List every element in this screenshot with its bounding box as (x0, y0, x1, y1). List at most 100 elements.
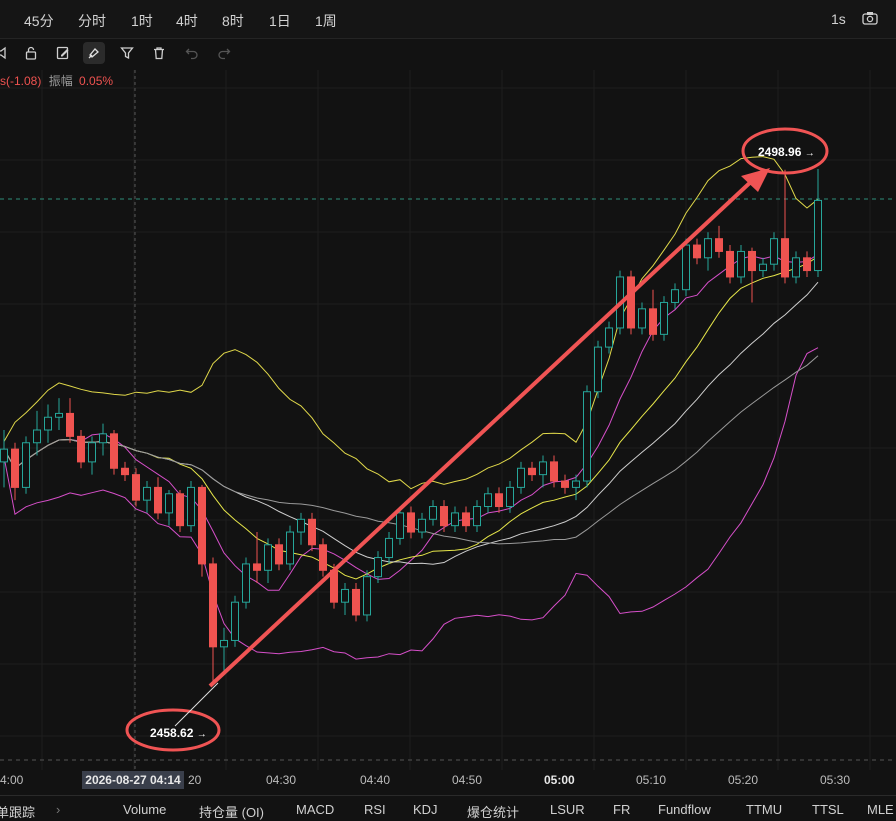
candle-body (11, 448, 19, 488)
bollinger-lower-line (3, 347, 819, 660)
candle-body (506, 486, 514, 508)
candle-body (363, 576, 371, 616)
candle-body (121, 467, 129, 476)
candle-body (55, 412, 63, 418)
candle-body (44, 416, 52, 431)
tab-kdj[interactable]: KDJ (413, 802, 438, 817)
candle-body (77, 435, 85, 463)
candle-body (110, 433, 118, 469)
candle-body (572, 480, 580, 488)
candle-body (396, 512, 404, 539)
candle-body (671, 289, 679, 303)
candle-body (561, 480, 569, 488)
candle-body (682, 244, 690, 291)
candle-body (341, 588, 349, 603)
x-tick-label: 05:10 (636, 773, 667, 787)
candle-body (814, 199, 822, 272)
candle-body (33, 429, 41, 444)
candle-body (792, 257, 800, 278)
candle-body (528, 467, 536, 476)
candle-body (418, 518, 426, 533)
candle-body (737, 250, 745, 278)
candle-body (627, 276, 635, 329)
candle-body (385, 537, 393, 559)
candle-body (308, 518, 316, 546)
trend-arrow-line (208, 176, 757, 688)
candle-body (693, 244, 701, 259)
candle-body (319, 544, 327, 571)
candle-body (176, 493, 184, 527)
x-tick-label: 04:50 (452, 773, 483, 787)
chevron-right-icon[interactable]: › (56, 802, 60, 817)
x-tick-label: 04:30 (266, 773, 297, 787)
candle-body (88, 442, 96, 463)
candle-body (517, 467, 525, 488)
tab-macd[interactable]: MACD (296, 802, 334, 817)
candle-body (231, 601, 239, 641)
ma-line (3, 253, 819, 591)
tab-fundflow[interactable]: Fundflow (658, 802, 711, 817)
low-price-arrow: → (196, 729, 207, 740)
candlestick-chart[interactable] (0, 0, 896, 812)
x-tick-label: 04:40 (360, 773, 391, 787)
low-price-annotation: 2458.62 → (150, 726, 207, 740)
candle-body (407, 512, 415, 533)
candle-body (297, 518, 305, 533)
candle-body (143, 486, 151, 501)
high-price-arrow: → (804, 148, 815, 159)
candle-body (473, 506, 481, 527)
candle-body (187, 486, 195, 527)
high-price-value: 2498.96 (758, 145, 802, 159)
tab-ttsl[interactable]: TTSL (812, 802, 844, 817)
candle-body (242, 563, 250, 603)
candle-body (451, 512, 459, 527)
candle-body (704, 238, 712, 259)
tab-mle[interactable]: MLE (867, 802, 894, 817)
low-price-value: 2458.62 (150, 726, 194, 740)
candle-body (495, 493, 503, 508)
candle-body (286, 531, 294, 565)
high-price-annotation: 2498.96 → (758, 145, 815, 159)
tab-ttmu[interactable]: TTMU (746, 802, 782, 817)
candle-body (781, 238, 789, 278)
candle-body (352, 588, 360, 616)
candle-body (275, 544, 283, 565)
x-tick-label: 05:30 (820, 773, 851, 787)
candle-body (132, 474, 140, 501)
candle-body (484, 493, 492, 508)
candle-body (66, 412, 74, 437)
indicator-tabs: 单跟踪 › Volume 持仓量 (OI) MACD RSI KDJ 爆仓统计 … (0, 795, 896, 820)
x-tick-label: 4:00 (0, 773, 24, 787)
candle-body (759, 263, 767, 272)
candle-body (198, 486, 206, 565)
candle-body (209, 563, 217, 648)
bollinger-upper-line (3, 156, 819, 490)
tab-rsi[interactable]: RSI (364, 802, 386, 817)
candle-body (649, 308, 657, 335)
x-tick-label: 20 (188, 773, 202, 787)
candle-body (264, 544, 272, 571)
tab-volume[interactable]: Volume (123, 802, 166, 817)
candle-body (220, 639, 228, 648)
candle-body (594, 346, 602, 393)
candle-body (726, 250, 734, 278)
candle-body (462, 512, 470, 527)
x-tick-label: 05:00 (544, 773, 575, 787)
candle-body (0, 448, 8, 463)
candle-body (715, 238, 723, 252)
candle-body (748, 250, 756, 272)
x-tick-label: 05:20 (728, 773, 759, 787)
candle-body (22, 442, 30, 488)
candle-body (638, 308, 646, 329)
crosshair-time-label: 2026-08-27 04:14 (82, 771, 184, 789)
candle-body (770, 238, 778, 265)
candle-body (429, 506, 437, 520)
candle-body (253, 563, 261, 571)
tab-fr[interactable]: FR (613, 802, 630, 817)
candle-body (99, 433, 107, 444)
candle-body (165, 493, 173, 514)
candle-body (374, 557, 382, 578)
candle-body (803, 257, 811, 272)
tab-lsur[interactable]: LSUR (550, 802, 585, 817)
candle-body (440, 506, 448, 527)
